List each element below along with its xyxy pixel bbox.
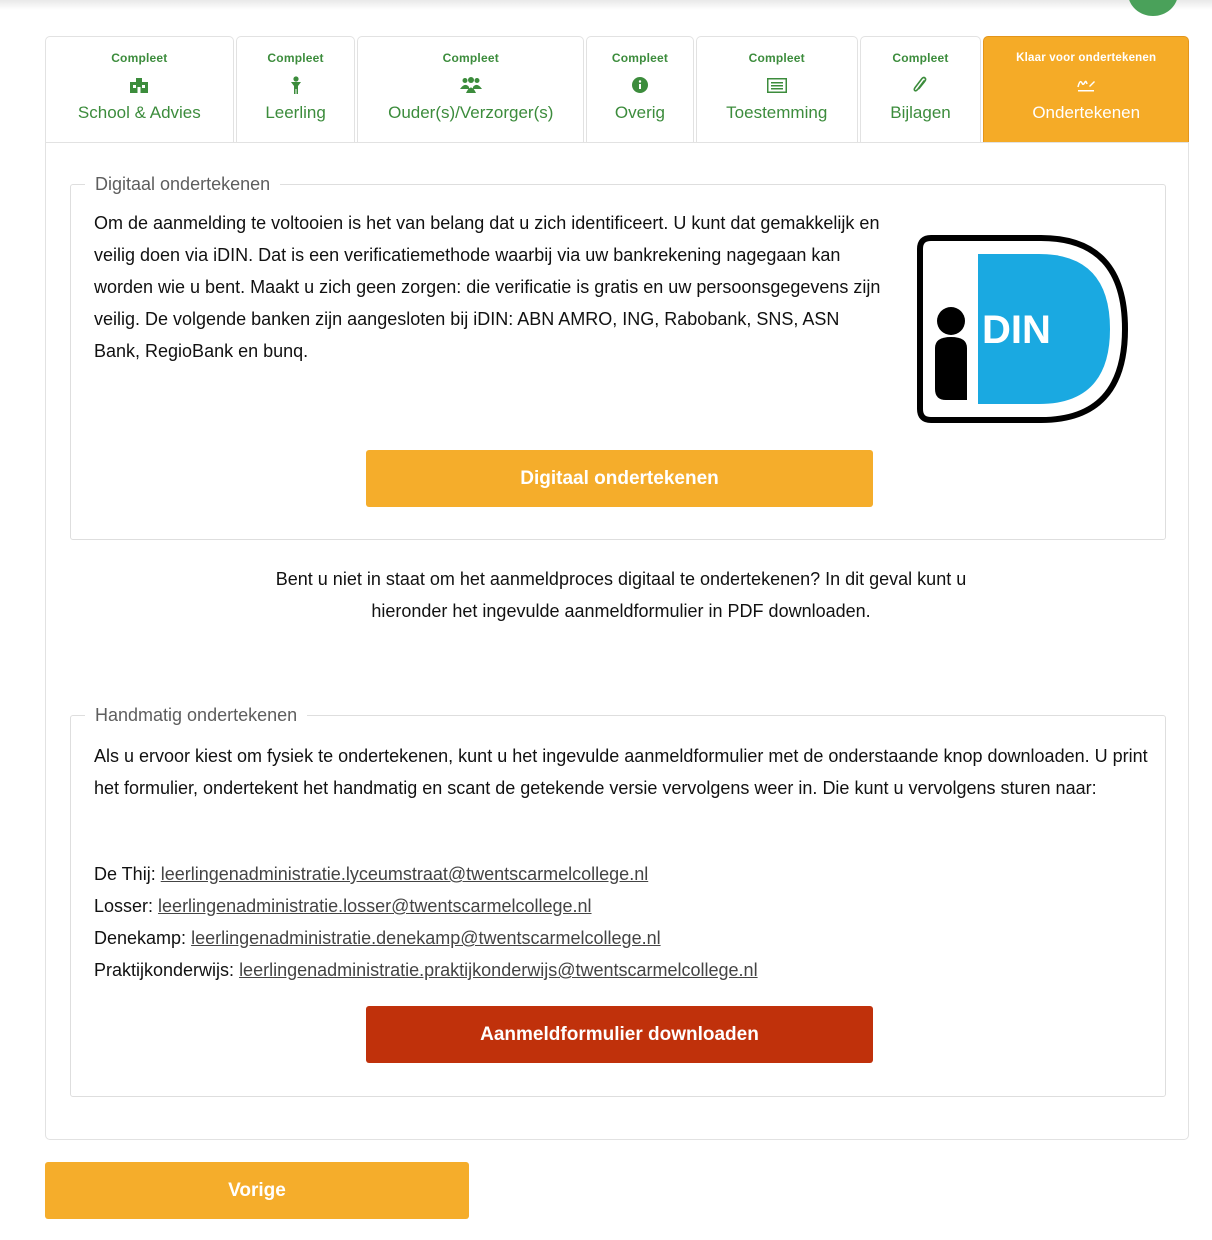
tab-toestemming[interactable]: Compleet Toestemming (695, 36, 858, 143)
contact-list: De Thij: leerlingenadministratie.lyceums… (94, 858, 1154, 986)
tab-label: Overig (614, 103, 665, 122)
step-tabs: Compleet School & Advies Compleet Leerli… (45, 36, 1190, 143)
contact-label: Denekamp: (94, 928, 187, 948)
tab-label: Leerling (265, 103, 326, 122)
contact-row: Losser: leerlingenadministratie.losser@t… (94, 890, 1154, 922)
digital-sign-section: Digitaal ondertekenen Om de aanmelding t… (70, 172, 1166, 540)
tab-leerling[interactable]: Compleet Leerling (235, 36, 356, 143)
contact-label: De Thij: (94, 864, 156, 884)
idin-logo-text: DIN (982, 308, 1051, 352)
info-icon (631, 72, 648, 98)
download-form-button[interactable]: Aanmeldformulier downloaden (366, 1006, 873, 1063)
digital-sign-text: Om de aanmelding te voltooien is het van… (94, 213, 881, 361)
manual-sign-text: Als u ervoor kiest om fysiek te ondertek… (94, 746, 1148, 798)
tab-ondertekenen[interactable]: Klaar voor ondertekenen Ondertekenen (983, 36, 1190, 143)
tab-status: Compleet (442, 51, 499, 65)
sign-panel: Digitaal ondertekenen Om de aanmelding t… (45, 142, 1189, 1140)
tab-status: Compleet (748, 51, 805, 65)
contact-email-link[interactable]: leerlingenadministratie.praktijkonderwij… (239, 960, 758, 980)
contact-row: De Thij: leerlingenadministratie.lyceums… (94, 858, 1154, 890)
digital-sign-button[interactable]: Digitaal ondertekenen (366, 450, 873, 507)
tab-status: Compleet (111, 51, 168, 65)
help-badge[interactable] (1128, 0, 1178, 16)
student-icon (290, 72, 302, 98)
list-icon (766, 72, 787, 98)
tab-overig[interactable]: Compleet Overig (586, 36, 694, 143)
idin-logo: DIN (917, 235, 1129, 423)
tab-status: Compleet (611, 51, 669, 65)
tab-status: Compleet (267, 51, 324, 65)
tab-status: Compleet (892, 51, 949, 65)
contact-email-link[interactable]: leerlingenadministratie.lyceumstraat@twe… (161, 864, 649, 884)
digital-sign-legend: Digitaal ondertekenen (85, 172, 281, 196)
contact-email-link[interactable]: leerlingenadministratie.denekamp@twentsc… (191, 928, 661, 948)
tab-school-advies[interactable]: Compleet School & Advies (45, 36, 234, 143)
manual-sign-section: Handmatig ondertekenen Als u ervoor kies… (70, 703, 1166, 1097)
contact-row: Praktijkonderwijs: leerlingenadministrat… (94, 954, 1154, 986)
contact-email-link[interactable]: leerlingenadministratie.losser@twentscar… (158, 896, 591, 916)
tab-label: School & Advies (77, 103, 201, 122)
school-icon (130, 72, 149, 98)
tab-status: Klaar voor ondertekenen (1016, 52, 1157, 64)
signature-icon (1076, 72, 1096, 98)
tab-label: Ouder(s)/Verzorger(s) (388, 103, 554, 122)
tab-label: Ondertekenen (1032, 103, 1141, 122)
users-icon (459, 72, 482, 98)
tab-bijlagen[interactable]: Compleet Bijlagen (859, 36, 982, 143)
paperclip-icon (913, 72, 927, 98)
tab-label: Toestemming (726, 103, 828, 122)
contact-label: Praktijkonderwijs: (94, 960, 235, 980)
contact-row: Denekamp: leerlingenadministratie.deneka… (94, 922, 1154, 954)
top-shadow (0, 0, 1212, 10)
alternative-info-text: Bent u niet in staat om het aanmeldproce… (275, 569, 967, 621)
contact-label: Losser: (94, 896, 154, 916)
tab-label: Bijlagen (890, 103, 951, 122)
tab-ouders-verzorgers[interactable]: Compleet Ouder(s)/Verzorger(s) (357, 36, 585, 143)
previous-button[interactable]: Vorige (45, 1162, 469, 1219)
manual-sign-legend: Handmatig ondertekenen (85, 703, 308, 727)
